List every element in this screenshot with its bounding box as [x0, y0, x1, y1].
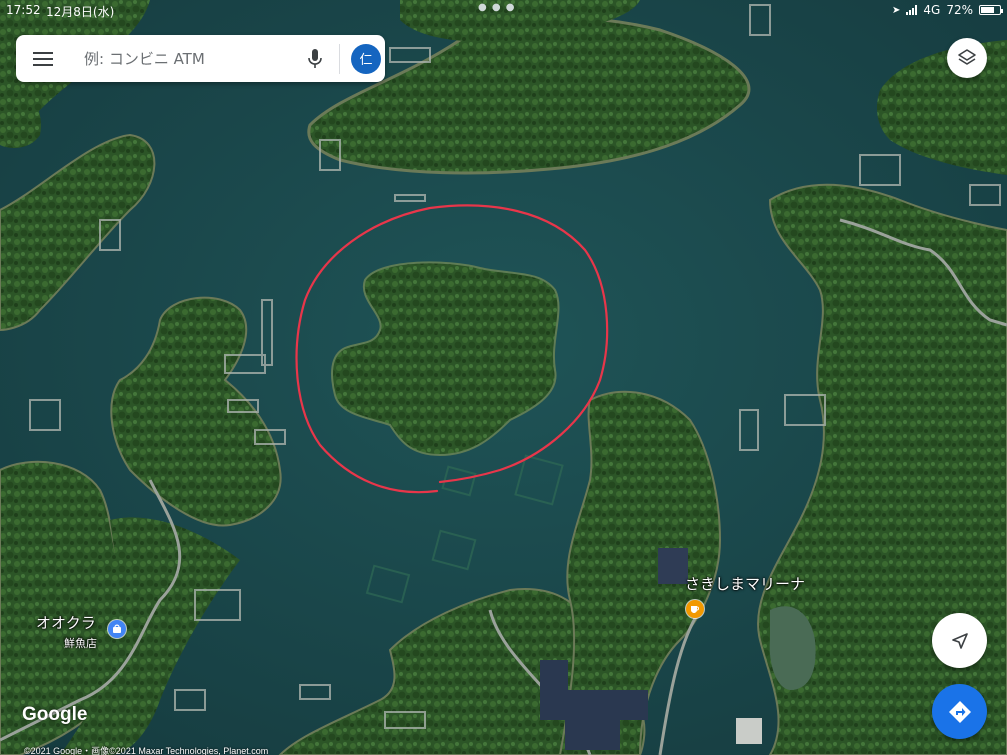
navigation-arrow-icon [951, 632, 968, 649]
place-label-sakishima-marina[interactable]: さきしまマリーナ [685, 573, 805, 594]
shopping-bag-pin-icon[interactable] [108, 620, 126, 638]
hamburger-menu-icon [33, 51, 53, 66]
place-label-okura[interactable]: オオクラ [36, 612, 96, 633]
microphone-icon [308, 48, 322, 68]
cafe-pin-icon[interactable] [686, 600, 704, 618]
status-bar: 17:52 12月8日(水) ● ● ● ➤ 4G 72% [0, 0, 1007, 20]
google-logo: Google [22, 704, 88, 725]
status-indicators: ➤ 4G 72% [892, 3, 1003, 17]
search-divider [339, 43, 340, 74]
status-time: 17:52 [6, 3, 41, 17]
search-input[interactable] [84, 43, 284, 74]
directions-button[interactable] [932, 684, 987, 739]
directions-icon [948, 700, 971, 723]
satellite-map[interactable] [0, 0, 1007, 755]
network-type: 4G [923, 3, 941, 17]
map-attribution[interactable]: ©2021 Google・画像©2021 Maxar Technologies,… [24, 744, 268, 755]
battery-icon [979, 5, 1003, 15]
layers-button[interactable] [947, 38, 987, 78]
signal-icon [906, 5, 918, 15]
account-avatar[interactable]: 仁 [351, 43, 381, 74]
status-date: 12月8日(水) [46, 5, 115, 19]
my-location-button[interactable] [932, 613, 987, 668]
multitasking-dots-icon[interactable]: ● ● ● [478, 2, 516, 13]
voice-search-button[interactable] [300, 35, 330, 82]
place-category-okura: 鮮魚店 [64, 637, 97, 650]
search-bar: 仁 [16, 35, 385, 82]
menu-button[interactable] [16, 35, 70, 82]
battery-level [981, 7, 994, 13]
location-arrow-icon: ➤ [892, 4, 901, 16]
layers-icon [958, 49, 976, 65]
battery-percent: 72% [946, 3, 973, 17]
